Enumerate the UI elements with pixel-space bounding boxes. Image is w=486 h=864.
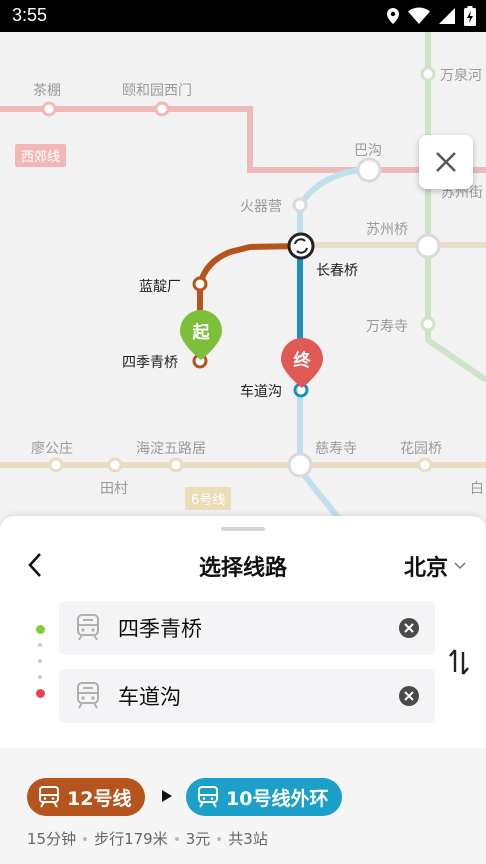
line-tag: 西郊线: [15, 144, 67, 167]
station-label: 火器营: [240, 198, 282, 214]
route-fare: 3元: [185, 830, 211, 848]
connector-dot: [38, 659, 42, 663]
station-label: 长春桥: [316, 262, 358, 278]
station-label: 花园桥: [400, 440, 442, 456]
destination-value: 车道沟: [118, 685, 181, 709]
metro-map[interactable]: 茶棚 颐和园西门 万泉河 巴沟 苏州街 火器营 苏州桥 万寿寺 慈寿寺 花园桥 …: [0, 32, 486, 530]
separator-dot: [217, 836, 222, 841]
separator-dot: [83, 836, 88, 841]
wifi-icon: [408, 7, 430, 24]
status-time: 3:55: [12, 5, 48, 25]
status-bar: 3:55: [0, 0, 486, 32]
separator-dot: [174, 836, 179, 841]
station-label: 苏州桥: [366, 221, 408, 237]
station-label: 车道沟: [240, 383, 282, 399]
status-icons: [386, 6, 476, 26]
station-label: 四季青桥: [122, 354, 178, 370]
swap-icon: [449, 649, 469, 675]
route-walk: 步行179米: [94, 830, 168, 848]
city-label: 北京: [403, 556, 448, 581]
station-label: 巴沟: [354, 142, 382, 158]
signal-icon: [439, 8, 455, 24]
location-icon: [387, 8, 399, 24]
train-icon: [77, 682, 99, 709]
station-label: 慈寿寺: [315, 440, 357, 456]
route-duration: 15分钟: [27, 830, 77, 848]
clear-icon: [404, 623, 414, 633]
battery-icon: [464, 6, 476, 26]
transfer-arrow-icon: [162, 790, 172, 802]
destination-field[interactable]: 车道沟: [59, 669, 435, 723]
end-pin: 终: [281, 338, 323, 388]
station-label: 廖公庄: [31, 440, 73, 456]
destination-dot: [36, 689, 45, 698]
train-icon: [77, 614, 99, 641]
route-option[interactable]: 12号线 10号线外环 15分钟 步行179米 3元 共3站: [0, 758, 486, 864]
route-info: 15分钟 步行179米 3元 共3站: [27, 828, 268, 849]
chevron-down-icon: [454, 562, 466, 570]
origin-value: 四季青桥: [118, 617, 202, 641]
connector-dot: [38, 643, 42, 647]
line-tag: 6号线: [185, 487, 232, 510]
clear-origin-button[interactable]: [399, 618, 419, 638]
station-label: 颐和园西门: [122, 82, 192, 98]
route-stops: 共3站: [228, 830, 268, 848]
line-chip-10: 10号线外环: [186, 778, 343, 816]
line-chip-label: 10号线外环: [226, 787, 329, 810]
line-chip-12: 12号线: [27, 778, 146, 816]
start-pin-label: 起: [192, 323, 210, 343]
station-label: 茶棚: [33, 82, 61, 98]
swap-button[interactable]: [448, 648, 470, 680]
origin-dot: [36, 625, 45, 634]
line-chip-label: 12号线: [67, 787, 132, 810]
station-label: 万寿寺: [366, 318, 408, 334]
clear-destination-button[interactable]: [399, 686, 419, 706]
end-pin-label: 终: [293, 351, 311, 371]
station-label: 万泉河: [440, 67, 482, 83]
station-label: 蓝靛厂: [139, 278, 181, 294]
origin-field[interactable]: 四季青桥: [59, 601, 435, 655]
start-pin: 起: [180, 310, 222, 360]
clear-icon: [404, 691, 414, 701]
sheet-header: 选择线路 北京: [0, 546, 486, 586]
divider: [0, 748, 486, 758]
station-label: 白: [470, 480, 484, 496]
connector-dot: [38, 675, 42, 679]
close-icon: [436, 152, 456, 172]
sheet-handle[interactable]: [221, 527, 265, 531]
close-button[interactable]: [419, 135, 473, 189]
station-label: 海淀五路居: [136, 440, 206, 456]
train-icon: [39, 786, 59, 808]
train-icon: [198, 786, 218, 808]
station-label: 田村: [100, 480, 128, 496]
city-selector[interactable]: 北京: [404, 550, 466, 582]
